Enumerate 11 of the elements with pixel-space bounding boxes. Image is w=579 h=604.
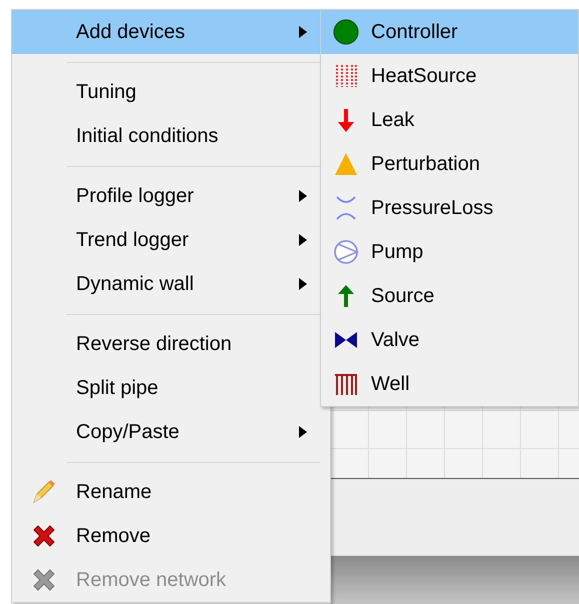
menu-item[interactable]: Leak bbox=[321, 98, 578, 142]
menu-item[interactable]: Well bbox=[321, 362, 578, 406]
menu-item[interactable]: Valve bbox=[321, 318, 578, 362]
menu-item[interactable]: HeatSource bbox=[321, 54, 578, 98]
menu-item[interactable]: Controller bbox=[321, 10, 578, 54]
menu-item[interactable]: Copy/Paste bbox=[12, 410, 330, 454]
menu-item[interactable]: Remove bbox=[12, 514, 330, 558]
pencil-icon bbox=[30, 478, 58, 506]
pump-circle-icon bbox=[332, 238, 360, 266]
menu-item[interactable]: Rename bbox=[12, 470, 330, 514]
controller-circle-icon bbox=[332, 18, 360, 46]
